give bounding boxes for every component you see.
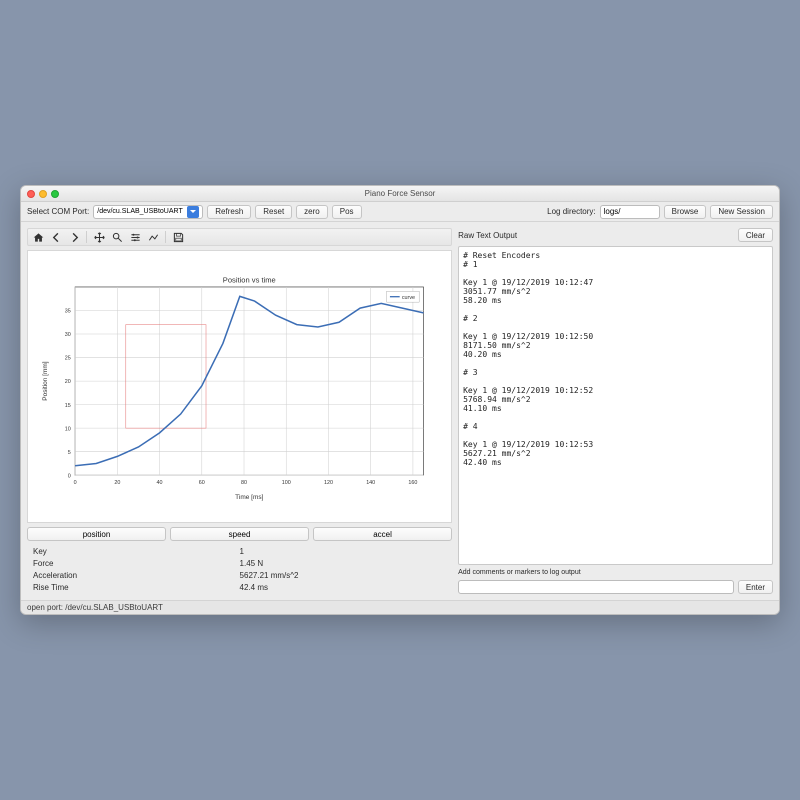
svg-text:80: 80 — [241, 480, 247, 486]
reset-button[interactable]: Reset — [255, 205, 292, 219]
svg-text:Position [mm]: Position [mm] — [42, 361, 49, 400]
stat-force-label: Force — [33, 559, 240, 568]
edit-axes-icon[interactable] — [147, 231, 159, 243]
top-toolbar: Select COM Port: /dev/cu.SLAB_USBtoUART … — [21, 202, 779, 222]
tab-position[interactable]: position — [27, 527, 166, 541]
stat-accel-label: Acceleration — [33, 571, 240, 580]
left-pane: 0 20 40 60 80 100 120 140 160 0 5 10 15 20 25 30 35 Time … — [27, 228, 452, 594]
svg-text:20: 20 — [114, 480, 120, 486]
stat-key-label: Key — [33, 547, 240, 556]
new-session-button[interactable]: New Session — [710, 205, 773, 219]
svg-text:35: 35 — [65, 309, 71, 315]
svg-text:0: 0 — [68, 473, 71, 479]
svg-text:40: 40 — [157, 480, 163, 486]
com-port-label: Select COM Port: — [27, 207, 89, 216]
home-icon[interactable] — [32, 231, 44, 243]
stat-force-value: 1.45 N — [240, 559, 447, 568]
window-title: Piano Force Sensor — [21, 189, 779, 198]
stat-key-value: 1 — [240, 547, 447, 556]
status-bar: open port: /dev/cu.SLAB_USBtoUART — [21, 600, 779, 614]
configure-icon[interactable] — [129, 231, 141, 243]
right-pane: Raw Text Output Clear # Reset Encoders #… — [458, 228, 773, 594]
logdir-input[interactable] — [600, 205, 660, 219]
stats-grid: Key 1 Force 1.45 N Acceleration 5627.21 … — [27, 545, 452, 594]
svg-text:Position vs time: Position vs time — [223, 276, 276, 285]
pan-icon[interactable] — [93, 231, 105, 243]
enter-button[interactable]: Enter — [738, 580, 773, 594]
forward-icon[interactable] — [68, 231, 80, 243]
svg-text:curve: curve — [402, 295, 415, 301]
comment-input[interactable] — [458, 580, 734, 594]
svg-text:160: 160 — [408, 480, 417, 486]
com-port-value: /dev/cu.SLAB_USBtoUART — [97, 208, 182, 215]
tab-speed[interactable]: speed — [170, 527, 309, 541]
svg-text:100: 100 — [282, 480, 291, 486]
com-port-select[interactable]: /dev/cu.SLAB_USBtoUART — [93, 205, 203, 219]
svg-text:10: 10 — [65, 426, 71, 432]
svg-text:0: 0 — [74, 480, 77, 486]
position-chart: 0 20 40 60 80 100 120 140 160 0 5 10 15 20 25 30 35 Time … — [34, 257, 445, 516]
browse-button[interactable]: Browse — [664, 205, 707, 219]
svg-text:30: 30 — [65, 332, 71, 338]
status-text: open port: /dev/cu.SLAB_USBtoUART — [27, 603, 163, 612]
save-figure-icon[interactable] — [172, 231, 184, 243]
stat-rise-value: 42.4 ms — [240, 583, 447, 592]
clear-button[interactable]: Clear — [738, 228, 773, 242]
svg-text:Time [ms]: Time [ms] — [235, 494, 263, 501]
zoom-rect-icon[interactable] — [111, 231, 123, 243]
zero-button[interactable]: zero — [296, 205, 328, 219]
titlebar: Piano Force Sensor — [21, 186, 779, 202]
svg-text:60: 60 — [199, 480, 205, 486]
svg-text:20: 20 — [65, 379, 71, 385]
svg-text:140: 140 — [366, 480, 375, 486]
stat-accel-value: 5627.21 mm/s^2 — [240, 571, 447, 580]
raw-output-heading: Raw Text Output — [458, 231, 517, 240]
svg-text:120: 120 — [324, 480, 333, 486]
svg-text:5: 5 — [68, 450, 71, 456]
raw-output-text[interactable]: # Reset Encoders # 1 Key 1 @ 19/12/2019 … — [458, 246, 773, 565]
comment-label: Add comments or markers to log output — [458, 569, 773, 576]
plot-toolbar — [27, 228, 452, 246]
back-icon[interactable] — [50, 231, 62, 243]
stat-rise-label: Rise Time — [33, 583, 240, 592]
plot-area[interactable]: 0 20 40 60 80 100 120 140 160 0 5 10 15 20 25 30 35 Time … — [27, 250, 452, 523]
tab-accel[interactable]: accel — [313, 527, 452, 541]
chevron-down-icon — [187, 206, 199, 218]
svg-text:15: 15 — [65, 403, 71, 409]
svg-text:25: 25 — [65, 356, 71, 362]
logdir-label: Log directory: — [547, 207, 595, 216]
app-window: Piano Force Sensor Select COM Port: /dev… — [20, 185, 780, 615]
pos-button[interactable]: Pos — [332, 205, 362, 219]
refresh-button[interactable]: Refresh — [207, 205, 251, 219]
